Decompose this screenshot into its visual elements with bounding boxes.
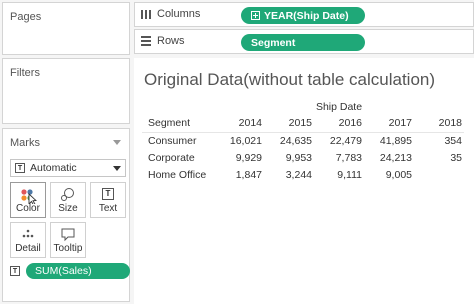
value-cell: 24,213: [379, 151, 412, 164]
pages-title: Pages: [10, 11, 42, 23]
value-cell: 16,021: [229, 134, 262, 147]
color-icon: [21, 189, 37, 204]
segment-cell: Home Office: [148, 168, 207, 181]
detail-label: Detail: [15, 243, 41, 254]
tooltip-button[interactable]: Tooltip: [50, 222, 86, 258]
columns-label: Columns: [157, 8, 201, 20]
value-cell: 9,953: [285, 151, 312, 164]
chevron-down-icon: [113, 166, 121, 171]
filters-title: Filters: [10, 67, 40, 79]
marks-field-row: T SUM(Sales): [10, 263, 130, 279]
columns-shelf-label: Columns: [141, 8, 200, 20]
table-row: Home Office 1,847 3,244 9,111 9,005: [142, 166, 464, 183]
text-label: Text: [98, 203, 118, 214]
table-row: Corporate 9,929 9,953 7,783 24,213 35: [142, 149, 464, 166]
value-cell: 35: [450, 151, 462, 164]
year-header: 2016: [314, 115, 364, 133]
text-button[interactable]: T Text: [90, 182, 126, 218]
rows-shelf[interactable]: Rows Segment: [134, 29, 474, 54]
mark-type-dropdown[interactable]: T Automatic: [10, 159, 126, 177]
value-cell: 24,635: [279, 134, 312, 147]
value-cell: 9,111: [337, 168, 362, 181]
marks-title: Marks: [10, 137, 40, 149]
year-header: 2014: [214, 115, 264, 133]
segment-header: Segment: [142, 115, 214, 133]
table-row: Consumer 16,021 24,635 22,479 41,895 354: [142, 132, 464, 149]
value-cell: [414, 166, 464, 183]
marks-card: Marks T Automatic Color Size T Text Deta…: [2, 128, 130, 302]
year-header: 2015: [264, 115, 314, 133]
size-button[interactable]: Size: [50, 182, 86, 218]
crosstab: Ship Date Segment 2014 2015 2016 2017 20…: [142, 98, 464, 183]
ship-date-header: Ship Date: [315, 100, 363, 113]
value-cell: 22,479: [329, 134, 362, 147]
pages-shelf[interactable]: Pages: [2, 2, 130, 55]
value-cell: 3,244: [285, 168, 312, 181]
segment-cell: Corporate: [148, 151, 195, 164]
segment-pill[interactable]: Segment: [241, 34, 365, 51]
worksheet-title: Original Data(without table calculation): [144, 70, 436, 89]
text-encoding-icon: T: [10, 266, 20, 276]
expand-icon[interactable]: [251, 11, 260, 20]
size-label: Size: [58, 203, 78, 214]
year-ship-date-pill[interactable]: YEAR(Ship Date): [241, 7, 365, 24]
value-cell: 1,847: [235, 168, 262, 181]
value-cell: 9,005: [385, 168, 412, 181]
mark-type-label: Automatic: [30, 162, 77, 174]
rows-shelf-label: Rows: [141, 35, 185, 47]
segment-cell: Consumer: [148, 134, 197, 147]
year-header: 2017: [364, 115, 414, 133]
color-label: Color: [16, 203, 40, 214]
detail-button[interactable]: Detail: [10, 222, 46, 258]
tooltip-label: Tooltip: [53, 243, 83, 254]
year-header: 2018: [414, 115, 464, 133]
value-cell: 41,895: [379, 134, 412, 147]
columns-icon: [141, 9, 151, 19]
text-icon: T: [102, 188, 114, 200]
rows-label: Rows: [157, 35, 185, 47]
marks-menu-arrow-icon[interactable]: [113, 140, 121, 145]
detail-icon: [22, 229, 34, 238]
color-button[interactable]: Color: [10, 182, 46, 218]
empty-corner: [142, 98, 214, 115]
value-cell: 354: [444, 134, 462, 147]
size-icon: [61, 188, 74, 201]
value-cell: 7,783: [335, 151, 362, 164]
value-cell: 9,929: [235, 151, 262, 164]
mark-type-icon: T: [15, 163, 25, 173]
sum-sales-pill[interactable]: SUM(Sales): [26, 263, 130, 279]
tooltip-icon: [61, 228, 75, 242]
year-ship-date-label: YEAR(Ship Date): [264, 9, 349, 22]
rows-icon: [141, 36, 151, 46]
worksheet-view: Original Data(without table calculation)…: [134, 58, 474, 304]
columns-shelf[interactable]: Columns YEAR(Ship Date): [134, 2, 474, 27]
filters-shelf[interactable]: Filters: [2, 58, 130, 124]
